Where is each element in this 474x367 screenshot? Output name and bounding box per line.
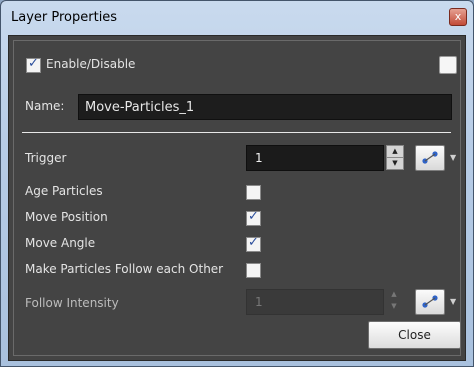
age-particles-label: Age Particles: [25, 184, 103, 198]
close-icon[interactable]: x: [449, 8, 467, 26]
follow-intensity-label: Follow Intensity: [25, 296, 119, 310]
stepper-down-icon[interactable]: ▼: [386, 157, 404, 170]
function-curve-icon: [422, 151, 438, 164]
chevron-down-icon[interactable]: ▼: [450, 297, 456, 306]
move-angle-checkbox[interactable]: ✓: [246, 235, 261, 252]
age-particles-checkbox[interactable]: [246, 185, 261, 200]
enable-toggle-box[interactable]: [439, 56, 457, 74]
stepper-down-icon[interactable]: ▼: [386, 301, 402, 312]
title-bar[interactable]: Layer Properties x: [1, 1, 473, 35]
enable-label: Enable/Disable: [46, 57, 136, 71]
trigger-field[interactable]: 1: [246, 145, 384, 171]
move-position-checkbox[interactable]: ✓: [246, 209, 261, 226]
trigger-stepper[interactable]: ▲ ▼: [386, 145, 404, 170]
divider: [22, 132, 451, 133]
follow-intensity-stepper[interactable]: ▲ ▼: [386, 289, 402, 313]
function-curve-icon: [422, 295, 438, 308]
move-position-label: Move Position: [25, 210, 108, 224]
trigger-function-button[interactable]: [415, 145, 445, 171]
move-angle-label: Move Angle: [25, 236, 96, 250]
layer-properties-window: Layer Properties x ✓ Enable/Disable Name…: [0, 0, 474, 367]
trigger-value: 1: [255, 151, 263, 165]
check-icon: ✓: [28, 56, 39, 71]
enable-checkbox[interactable]: ✓: [26, 56, 41, 73]
window-title: Layer Properties: [11, 10, 118, 25]
follow-each-other-label: Make Particles Follow each Other: [25, 262, 224, 276]
follow-intensity-field[interactable]: 1: [246, 289, 384, 315]
chevron-down-icon[interactable]: ▼: [450, 153, 456, 162]
follow-intensity-value: 1: [255, 295, 263, 309]
follow-each-other-checkbox[interactable]: [246, 263, 261, 278]
follow-intensity-function-button[interactable]: [415, 289, 445, 315]
trigger-label: Trigger: [25, 151, 67, 165]
close-button[interactable]: Close: [368, 321, 461, 349]
check-icon: ✓: [248, 209, 259, 224]
name-value: Move-Particles_1: [85, 100, 195, 115]
name-field[interactable]: Move-Particles_1: [78, 94, 452, 120]
dialog-body: ✓ Enable/Disable Name: Move-Particles_1 …: [8, 35, 466, 361]
name-label: Name:: [25, 99, 65, 113]
stepper-up-icon[interactable]: ▲: [386, 289, 402, 300]
check-icon: ✓: [248, 235, 259, 250]
